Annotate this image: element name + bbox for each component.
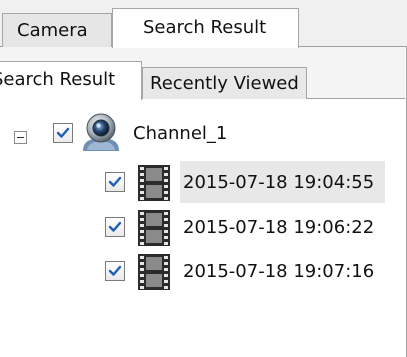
channel-checkbox[interactable] bbox=[53, 123, 73, 143]
recording-item[interactable]: 2015-07-18 19:04:55 bbox=[0, 160, 405, 204]
film-icon bbox=[138, 254, 170, 290]
outer-tab-strip: Camera Search Result bbox=[0, 0, 407, 48]
webcam-icon bbox=[83, 113, 119, 151]
subtab-recently-viewed[interactable]: Recently Viewed bbox=[142, 67, 307, 99]
recording-label: 2015-07-18 19:04:55 bbox=[183, 172, 375, 193]
recording-item[interactable]: 2015-07-18 19:07:16 bbox=[0, 249, 405, 293]
checkmark-icon bbox=[108, 221, 122, 232]
recording-label: 2015-07-18 19:06:22 bbox=[183, 217, 375, 238]
recording-checkbox[interactable] bbox=[105, 261, 125, 281]
tab-camera-label: Camera bbox=[17, 20, 88, 41]
result-tree: Channel_1 2015-07-18 19:04:55 2015-07-18 … bbox=[0, 99, 405, 357]
tab-search-result[interactable]: Search Result bbox=[112, 8, 299, 48]
subtab-search-result[interactable]: Search Result bbox=[0, 61, 142, 100]
subtab-recently-viewed-label: Recently Viewed bbox=[150, 73, 299, 94]
film-icon bbox=[138, 165, 170, 201]
subtab-search-result-label: Search Result bbox=[0, 69, 116, 90]
search-result-panel: Search Result Recently Viewed Channel_1 … bbox=[0, 47, 407, 357]
tab-search-result-label: Search Result bbox=[143, 17, 267, 38]
search-panel-window: Camera Search Result Search Result Recen… bbox=[0, 0, 407, 357]
checkmark-icon bbox=[108, 265, 122, 276]
checkmark-icon bbox=[108, 176, 122, 187]
tab-camera[interactable]: Camera bbox=[2, 13, 112, 47]
channel-label[interactable]: Channel_1 bbox=[133, 123, 227, 144]
inner-tab-strip: Search Result Recently Viewed bbox=[0, 47, 405, 100]
recording-checkbox[interactable] bbox=[105, 217, 125, 237]
recording-checkbox[interactable] bbox=[105, 172, 125, 192]
film-icon bbox=[138, 210, 170, 246]
recording-item[interactable]: 2015-07-18 19:06:22 bbox=[0, 205, 405, 249]
recording-label: 2015-07-18 19:07:16 bbox=[183, 261, 375, 282]
checkmark-icon bbox=[56, 127, 70, 138]
collapse-toggle[interactable] bbox=[14, 131, 27, 144]
